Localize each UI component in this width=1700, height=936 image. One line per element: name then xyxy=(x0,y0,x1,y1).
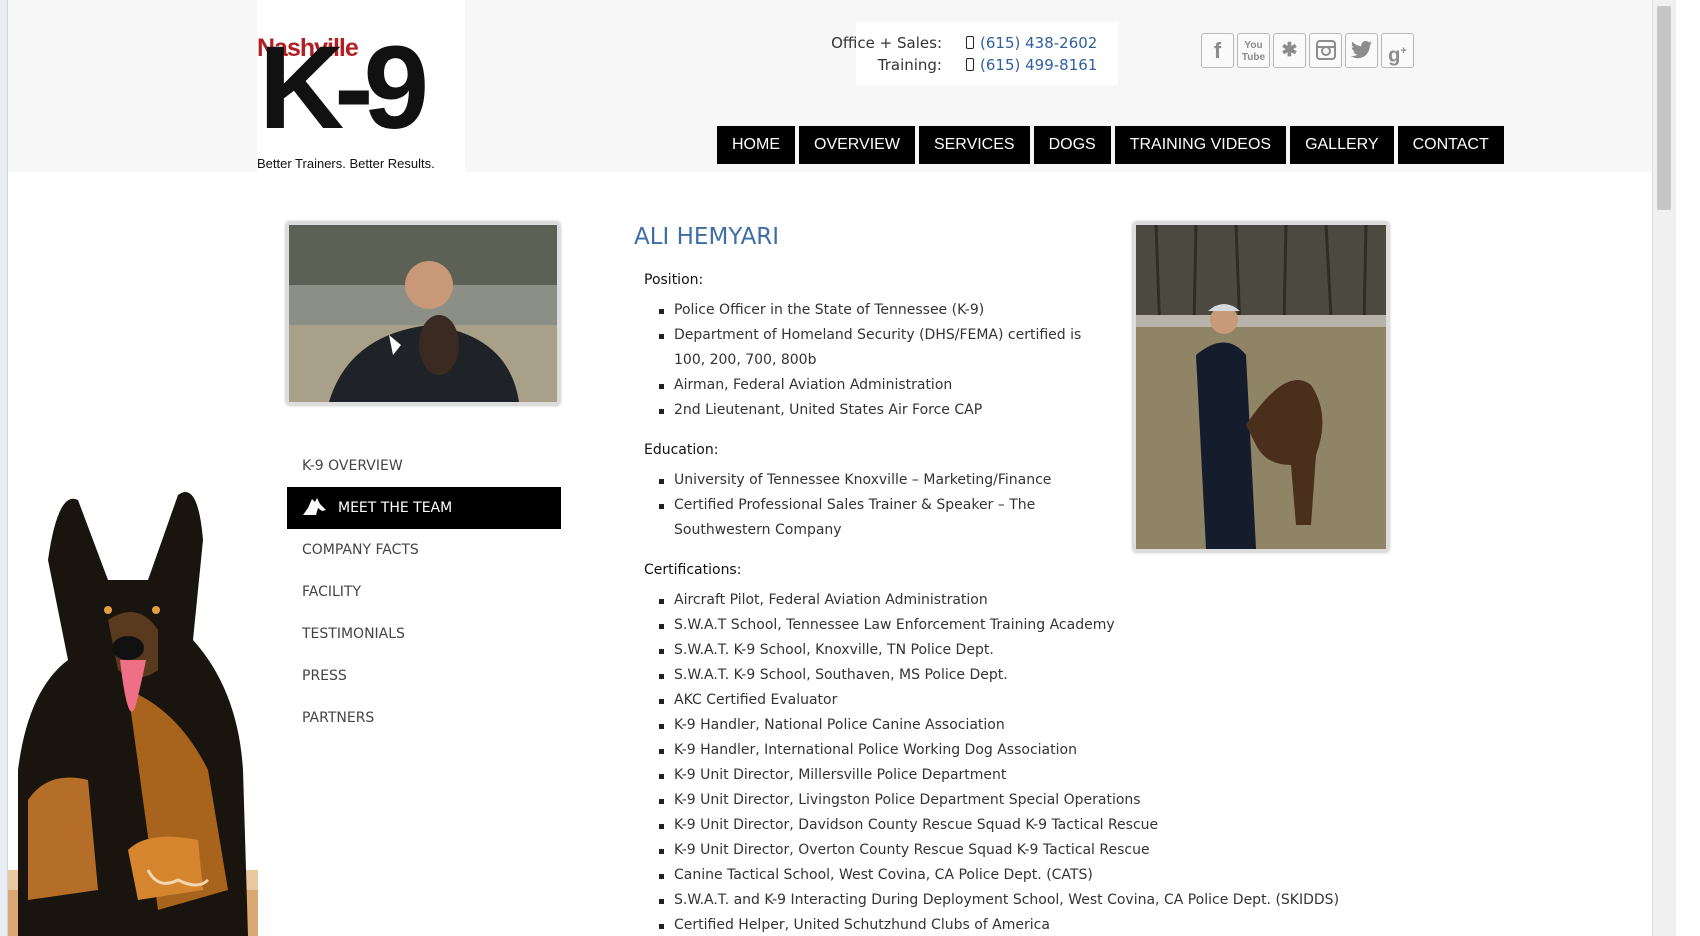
page: Nashville K-9 Better Trainers. Better Re… xyxy=(8,0,1676,936)
nav-contact[interactable]: CONTACT xyxy=(1397,126,1504,164)
list-item: K-9 Unit Director, Davidson County Rescu… xyxy=(644,813,1339,838)
window-frame xyxy=(0,0,8,936)
training-phone-link[interactable]: (615) 499-8161 xyxy=(966,54,1097,76)
list-item: Aircraft Pilot, Federal Aviation Adminis… xyxy=(644,588,1339,613)
profile-photo-with-dog xyxy=(286,222,560,405)
list-item: Police Officer in the State of Tennessee… xyxy=(644,298,1094,323)
phone-icon xyxy=(966,58,974,71)
phone-icon xyxy=(966,36,974,49)
certifications-heading: Certifications: xyxy=(644,562,742,578)
logo-tagline: Better Trainers. Better Results. xyxy=(257,156,435,171)
sidenav-testimonials[interactable]: TESTIMONIALS xyxy=(287,613,561,655)
sidenav-facility[interactable]: FACILITY xyxy=(287,571,561,613)
site-logo[interactable]: Nashville K-9 Better Trainers. Better Re… xyxy=(257,0,465,172)
office-phone-link[interactable]: (615) 438-2602 xyxy=(966,32,1097,54)
position-heading: Position: xyxy=(644,272,704,288)
list-item: University of Tennessee Knoxville – Mark… xyxy=(644,468,1094,493)
list-item: S.W.A.T. K-9 School, Southaven, MS Polic… xyxy=(644,663,1339,688)
vertical-scrollbar[interactable] xyxy=(1652,0,1676,936)
sidenav-partners[interactable]: PARTNERS xyxy=(287,697,561,739)
list-item: Certified Professional Sales Trainer & S… xyxy=(644,493,1094,543)
dog-silhouette-icon xyxy=(303,498,326,515)
contact-box: Office + Sales: (615) 438-2602 Training:… xyxy=(831,22,1118,85)
nav-overview[interactable]: OVERVIEW xyxy=(799,126,915,164)
list-item: K-9 Handler, National Police Canine Asso… xyxy=(644,713,1339,738)
training-phone[interactable]: (615) 499-8161 xyxy=(980,56,1097,74)
list-item: K-9 Unit Director, Millersville Police D… xyxy=(644,763,1339,788)
training-label: Training: xyxy=(877,56,942,74)
logo-mark: K-9 xyxy=(259,22,429,154)
google-plus-icon[interactable]: g+ xyxy=(1381,33,1414,68)
german-shepherd-image xyxy=(8,470,258,936)
sidenav-k9-overview[interactable]: K-9 OVERVIEW xyxy=(287,445,561,487)
sidenav-meet-the-team-label: MEET THE TEAM xyxy=(338,500,453,516)
scrollbar-thumb[interactable] xyxy=(1657,6,1671,210)
instagram-icon[interactable] xyxy=(1309,33,1342,68)
education-heading: Education: xyxy=(644,442,719,458)
list-item: S.W.A.T. K-9 School, Knoxville, TN Polic… xyxy=(644,638,1339,663)
list-item: K-9 Handler, International Police Workin… xyxy=(644,738,1339,763)
profile-photo-with-k9 xyxy=(1133,222,1389,552)
main-nav: HOME OVERVIEW SERVICES DOGS TRAINING VID… xyxy=(717,126,1504,164)
sidenav-company-facts[interactable]: COMPANY FACTS xyxy=(287,529,561,571)
nav-services[interactable]: SERVICES xyxy=(918,126,1030,164)
list-item: K-9 Unit Director, Overton County Rescue… xyxy=(644,838,1339,863)
office-row: Office + Sales: (615) 438-2602 xyxy=(831,32,1118,54)
facebook-icon[interactable]: f xyxy=(1201,33,1234,68)
nav-training-videos[interactable]: TRAINING VIDEOS xyxy=(1114,126,1287,164)
office-label: Office + Sales: xyxy=(831,34,942,52)
office-phone[interactable]: (615) 438-2602 xyxy=(980,34,1097,52)
profile-name: ALI HEMYARI xyxy=(634,224,780,250)
list-item: 2nd Lieutenant, United States Air Force … xyxy=(644,398,1094,423)
youtube-icon[interactable]: You Tube xyxy=(1237,33,1270,68)
sidenav-press[interactable]: PRESS xyxy=(287,655,561,697)
sidenav-meet-the-team[interactable]: MEET THE TEAM xyxy=(287,487,561,529)
education-list: University of Tennessee Knoxville – Mark… xyxy=(644,468,1094,543)
nav-home[interactable]: HOME xyxy=(717,126,795,164)
list-item: AKC Certified Evaluator xyxy=(644,688,1339,713)
list-item: S.W.A.T. and K-9 Interacting During Depl… xyxy=(644,888,1339,913)
twitter-icon[interactable] xyxy=(1345,33,1378,68)
list-item: Department of Homeland Security (DHS/FEM… xyxy=(644,323,1094,373)
social-links: f You Tube ✱ g+ xyxy=(1201,33,1414,69)
list-item: Airman, Federal Aviation Administration xyxy=(644,373,1094,398)
side-nav: K-9 OVERVIEW MEET THE TEAM COMPANY FACTS… xyxy=(287,445,561,739)
list-item: S.W.A.T School, Tennessee Law Enforcemen… xyxy=(644,613,1339,638)
list-item: K-9 Unit Director, Livingston Police Dep… xyxy=(644,788,1339,813)
position-list: Police Officer in the State of Tennessee… xyxy=(644,298,1094,423)
nav-gallery[interactable]: GALLERY xyxy=(1290,126,1394,164)
profile-content: ALI HEMYARI Position: Police Officer in … xyxy=(634,220,1339,933)
certifications-list: Aircraft Pilot, Federal Aviation Adminis… xyxy=(644,588,1339,936)
training-row: Training: (615) 499-8161 xyxy=(856,54,1118,76)
yelp-icon[interactable]: ✱ xyxy=(1273,33,1306,68)
list-item: Certified Helper, United Schutzhund Club… xyxy=(644,913,1339,936)
list-item: Canine Tactical School, West Covina, CA … xyxy=(644,863,1339,888)
nav-dogs[interactable]: DOGS xyxy=(1033,126,1111,164)
